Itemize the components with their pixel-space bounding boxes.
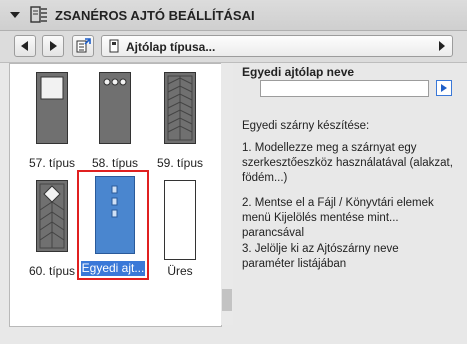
custom-name-field[interactable] [260,80,429,97]
door-window-icon [36,72,68,144]
selection-highlight-frame [77,170,149,280]
door-diamond-icon [36,180,68,252]
library-button[interactable] [72,35,94,57]
door-leaf-type-selector[interactable]: Ajtólap típusa... [101,35,453,57]
gallery-item-empty[interactable]: Üres [144,172,216,282]
gallery-item-59[interactable]: 59. típus [144,68,216,178]
gallery-item-label: 58. típus [91,156,139,170]
chevron-right-icon [439,41,445,51]
instruction-step-1: 1. Modellezze meg a szárnyat egy szerkes… [242,142,453,184]
next-icon [50,41,57,51]
scrollbar-thumb[interactable] [222,289,232,311]
collapse-triangle-icon[interactable] [10,12,20,18]
custom-leaf-details: Egyedi ajtólap neve Egyedi szárny készít… [236,63,458,325]
selector-label: Ajtólap típusa... [126,40,216,54]
gallery-item-57[interactable]: 57. típus [16,68,88,178]
instruction-step-3: 3. Jelölje ki az Ajtószárny neve paramét… [242,243,399,270]
panel-title: ZSANÉROS AJTÓ BEÁLLÍTÁSAI [55,8,255,23]
prev-icon [21,41,28,51]
door-herringbone-icon [164,72,196,144]
gallery-item-label: 59. típus [156,156,204,170]
door-empty-icon [164,180,196,260]
library-icon [76,38,91,53]
gallery-item-label: Üres [167,264,193,278]
chevron-right-icon [441,84,447,92]
custom-name-label: Egyedi ajtólap neve [242,65,355,79]
panel-header[interactable]: ZSANÉROS AJTÓ BEÁLLÍTÁSAI [0,0,467,31]
gallery-item-58[interactable]: 58. típus [79,68,151,178]
next-button[interactable] [42,35,64,57]
instructions-heading: Egyedi szárny készítése: [242,120,370,132]
door-settings-icon [30,6,47,23]
gallery-scrollbar[interactable] [221,63,233,325]
door-three-lights-icon [99,72,131,144]
name-browse-button[interactable] [436,80,452,96]
instruction-step-2: 2. Mentse el a Fájl / Könyvtári elemek m… [242,197,434,239]
door-leaf-gallery: 57. típus 58. típus 59. típus 60. típus … [9,63,222,327]
door-settings-panel: ZSANÉROS AJTÓ BEÁLLÍTÁSAI Ajtólap típusa… [0,0,467,344]
previous-button[interactable] [14,35,36,57]
toolbar: Ajtólap típusa... [0,31,467,63]
gallery-item-label: 57. típus [28,156,76,170]
door-leaf-icon [109,39,119,53]
